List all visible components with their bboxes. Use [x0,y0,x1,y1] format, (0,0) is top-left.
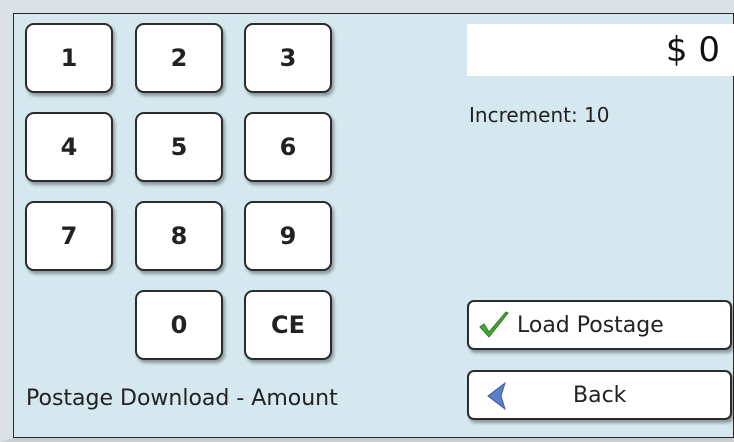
increment-label: Increment: 10 [469,103,610,127]
key-5[interactable]: 5 [135,112,223,182]
amount-display: $ 0 [467,24,734,76]
key-3[interactable]: 3 [244,23,332,93]
back-button[interactable]: Back [467,370,732,420]
checkmark-icon [477,310,511,348]
key-1[interactable]: 1 [25,23,113,93]
page-title: Postage Download - Amount [26,386,338,411]
key-clear-entry[interactable]: CE [244,290,332,360]
key-4[interactable]: 4 [25,112,113,182]
key-8[interactable]: 8 [135,201,223,271]
key-6[interactable]: 6 [244,112,332,182]
back-label: Back [573,383,627,408]
key-9[interactable]: 9 [244,201,332,271]
key-0[interactable]: 0 [135,290,223,360]
key-2[interactable]: 2 [135,23,223,93]
load-postage-label: Load Postage [517,313,664,338]
load-postage-button[interactable]: Load Postage [467,300,732,350]
key-7[interactable]: 7 [25,201,113,271]
back-arrow-icon [483,381,511,417]
